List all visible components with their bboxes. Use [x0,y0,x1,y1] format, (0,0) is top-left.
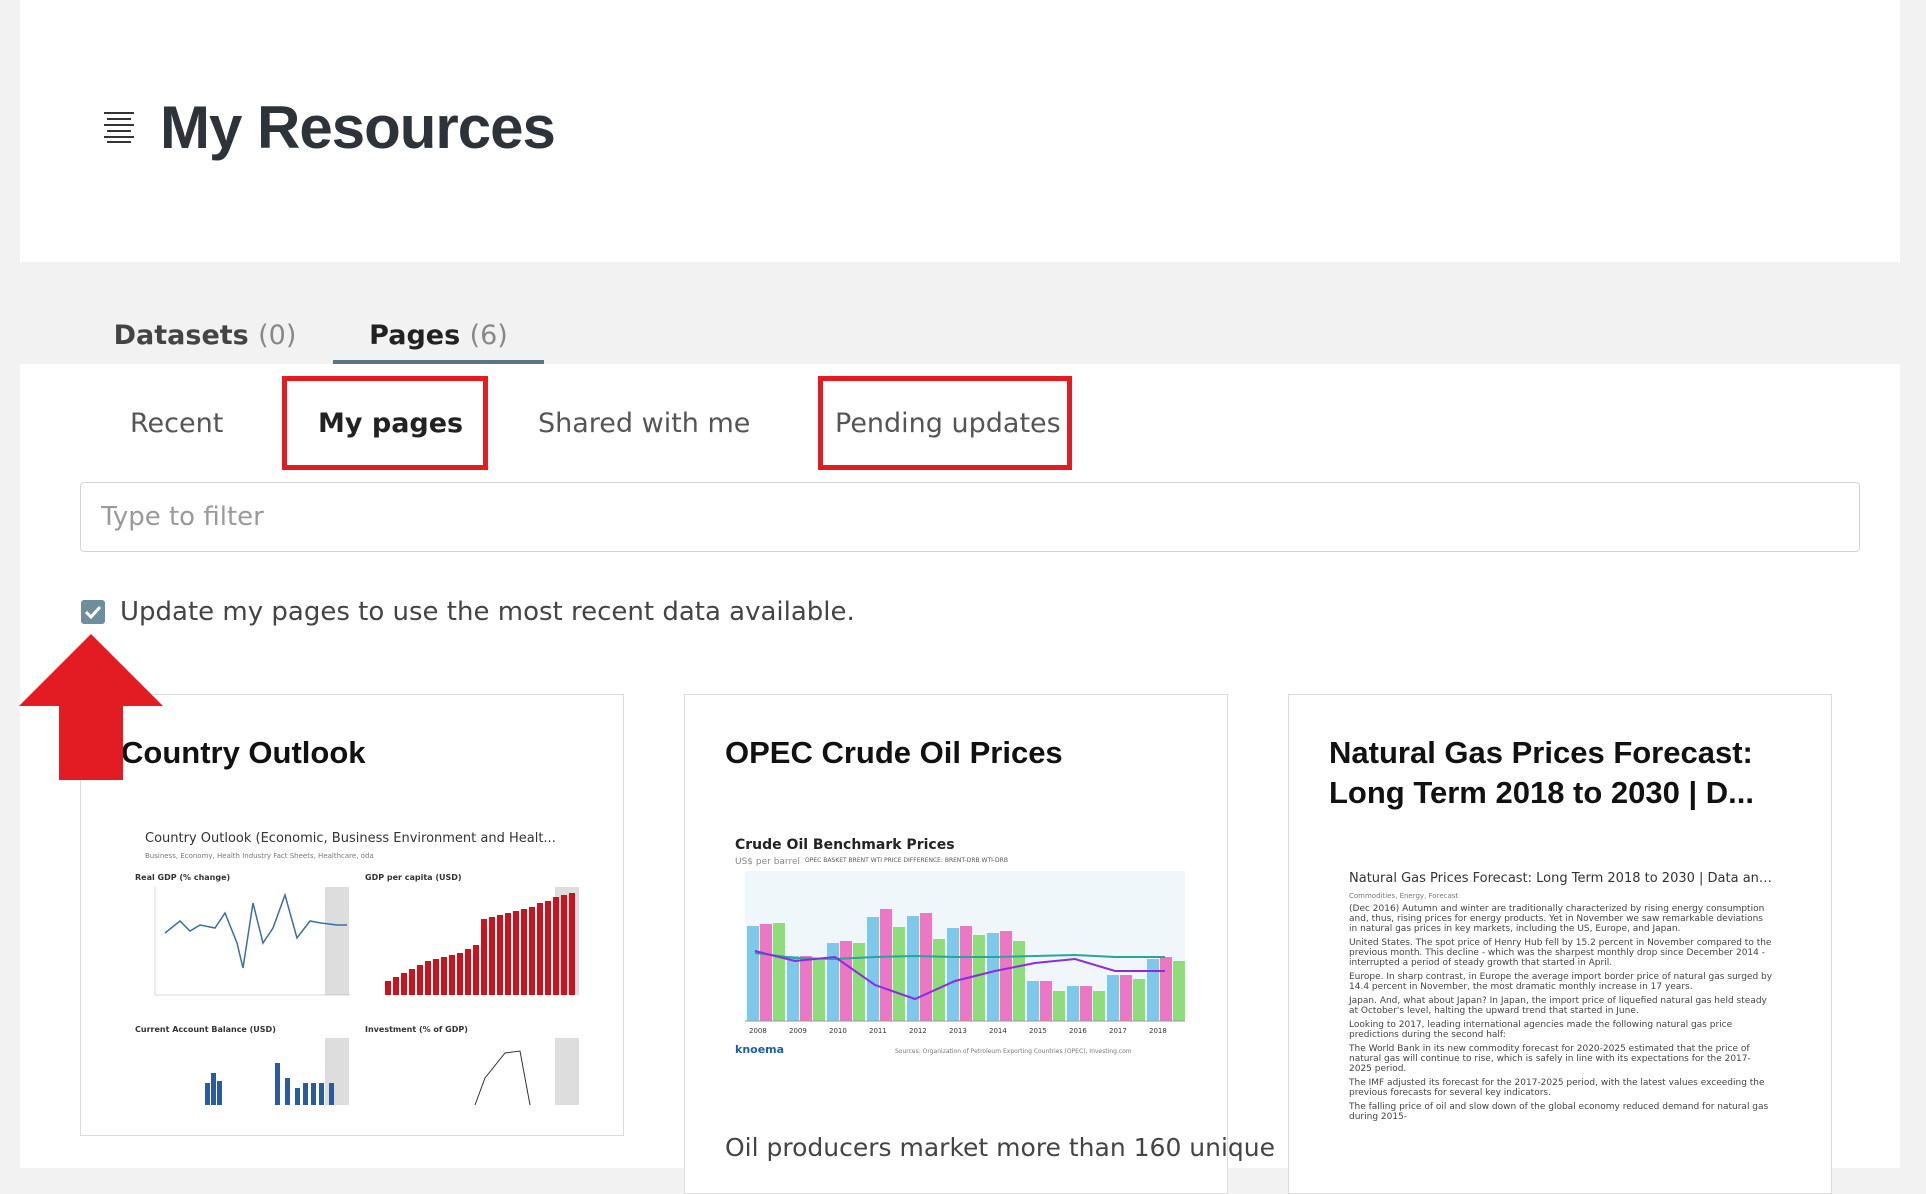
chart-unit: US$ per barrel [735,857,801,867]
card-thumbnail: Natural Gas Prices Forecast: Long Term 2… [1329,855,1793,1135]
year-label: 2008 [749,1027,767,1035]
oil-price-chart: 2008 2009 2010 2011 2012 2013 2014 2015 … [735,871,1185,1056]
tab-label: Datasets [113,320,249,351]
thumbnail-heading: Country Outlook (Economic, Business Envi… [145,831,556,846]
chart-legend: OPEC BASKET BRENT WTI PRICE DIFFERENCE: … [805,857,1008,864]
thumbnail-paragraph: Japan. And, what about Japan? In Japan, … [1349,996,1767,1016]
year-label: 2009 [789,1027,807,1035]
year-label: 2017 [1109,1027,1127,1035]
update-pages-checkbox[interactable] [81,600,105,624]
thumbnail-paragraph: (Dec 2016) Autumn and winter are traditi… [1349,904,1765,934]
checkmark-icon [84,605,102,620]
card-title: OPEC Crude Oil Prices [725,735,1063,770]
tab-datasets[interactable]: Datasets (0) [110,292,300,364]
panel-title: Real GDP (% change) [135,873,231,882]
list-lines-icon[interactable] [102,110,136,144]
thumbnail-paragraph: The falling price of oil and slow down o… [1349,1102,1769,1122]
tab-pages[interactable]: Pages (6) [333,292,544,364]
page-header: My Resources [20,0,1900,262]
resource-tabs: Datasets (0) Pages (6) [0,262,1926,364]
subtab-shared-with-me[interactable]: Shared with me [538,394,750,454]
card-title: Country Outlook [121,735,366,770]
page-title: My Resources [160,94,556,161]
thumbnail-paragraph: Europe. In sharp contrast, in Europe the… [1349,972,1773,992]
year-label: 2018 [1149,1027,1167,1035]
year-label: 2016 [1069,1027,1087,1035]
card-description: Oil producers market more than 160 uniqu… [725,1133,1276,1162]
year-label: 2011 [869,1027,887,1035]
annotation-arrow-icon [19,634,163,780]
subtab-recent[interactable]: Recent [130,394,223,454]
thumbnail-paragraph: The World Bank in its new commodity fore… [1349,1044,1751,1074]
thumbnail-id [1329,855,1793,865]
year-label: 2015 [1029,1027,1047,1035]
panel-title: GDP per capita (USD) [365,873,462,882]
thumbnail-paragraph: Looking to 2017, leading international a… [1349,1020,1733,1040]
thumbnail-tags: Commodities, Energy, Forecast [1349,892,1459,900]
page-card[interactable]: Natural Gas Prices Forecast: Long Term 2… [1288,694,1832,1194]
thumbnail-heading: Natural Gas Prices Forecast: Long Term 2… [1349,871,1784,886]
card-title: Natural Gas Prices Forecast: Long Term 2… [1329,735,1755,810]
page-card[interactable]: OPEC Crude Oil Prices Crude Oil Benchmar… [684,694,1275,1194]
year-label: 2012 [909,1027,927,1035]
year-label: 2010 [829,1027,847,1035]
update-pages-label: Update my pages to use the most recent d… [120,597,855,627]
card-thumbnail: Country Outlook (Economic, Business Envi… [125,815,581,1105]
highlight-box-my-pages [282,376,488,470]
chart-title: Crude Oil Benchmark Prices [735,837,955,853]
year-label: 2014 [989,1027,1007,1035]
card-thumbnail: Crude Oil Benchmark Prices US$ per barre… [725,831,1201,1071]
chart-source: Sources: Organization of Petroleum Expor… [895,1048,1132,1055]
knoema-logo: knoema [735,1043,784,1056]
thumbnail-charts [154,887,579,1105]
tab-count: (6) [469,320,508,351]
tab-label: Pages [369,320,461,351]
tab-count: (0) [258,320,297,351]
year-label: 2013 [949,1027,967,1035]
highlight-box-pending-updates [818,376,1072,470]
thumbnail-paragraph: United States. The spot price of Henry H… [1349,938,1772,968]
thumbnail-id [125,815,581,825]
thumbnail-paragraph: The IMF adjusted its forecast for the 20… [1349,1078,1765,1098]
thumbnail-tags: Business, Economy, Health Industry Fact … [145,852,374,860]
filter-input[interactable] [80,482,1860,552]
